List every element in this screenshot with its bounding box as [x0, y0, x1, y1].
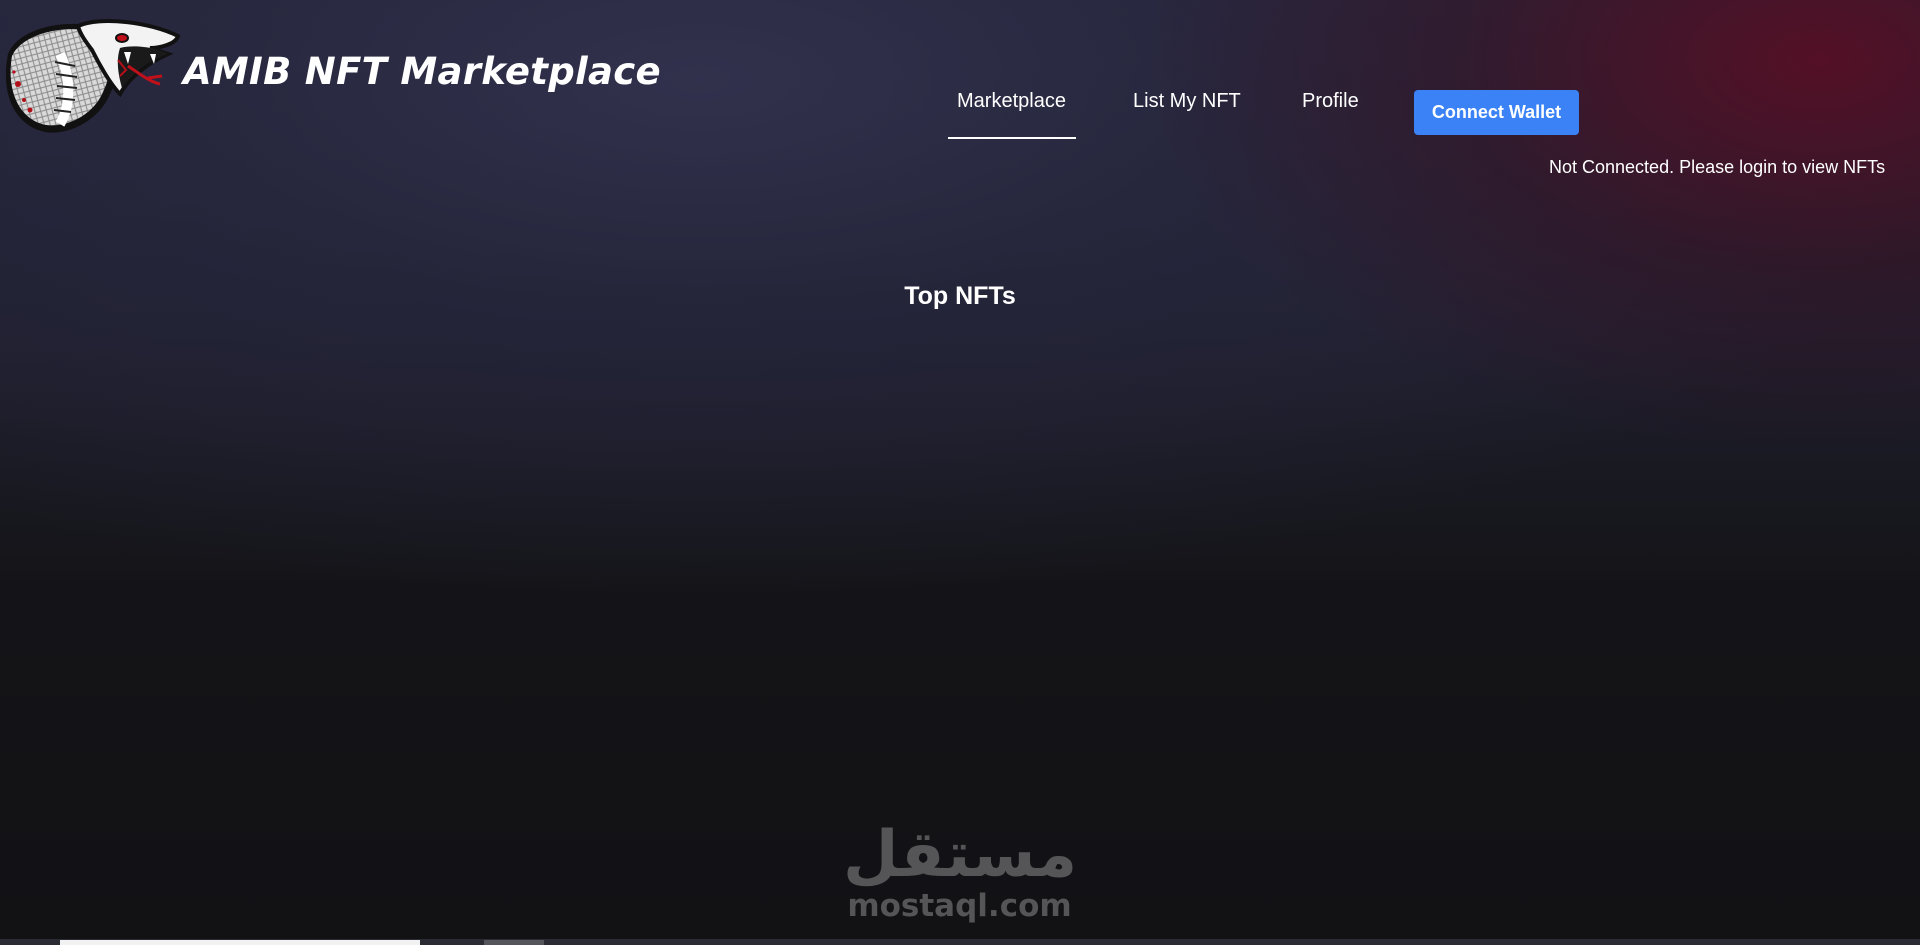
- watermark-latin-text: mostaql.com: [847, 888, 1072, 924]
- bottom-thumbnail[interactable]: [484, 940, 544, 945]
- nav-item-list-my-nft[interactable]: List My NFT: [1133, 90, 1241, 113]
- watermark-arabic-text: مستقل: [843, 818, 1078, 892]
- nav-item-marketplace[interactable]: Marketplace: [957, 90, 1066, 113]
- site-title: AMIB NFT Marketplace: [183, 50, 661, 93]
- mostaql-watermark: مستقل mostaql.com: [843, 818, 1078, 925]
- connect-wallet-button[interactable]: Connect Wallet: [1414, 90, 1579, 135]
- cobra-snake-logo-icon[interactable]: [0, 14, 182, 140]
- nav-active-underline: [948, 137, 1076, 139]
- connection-status-text: Not Connected. Please login to view NFTs: [1549, 157, 1886, 177]
- nav-item-profile[interactable]: Profile: [1302, 90, 1359, 113]
- site-header: AMIB NFT Marketplace Marketplace List My…: [0, 0, 1920, 177]
- top-nfts-heading-label: Top NFTs: [904, 282, 1016, 310]
- bottom-thumbnail[interactable]: [60, 940, 420, 945]
- top-nfts-heading: Top NFTs: [0, 282, 1920, 311]
